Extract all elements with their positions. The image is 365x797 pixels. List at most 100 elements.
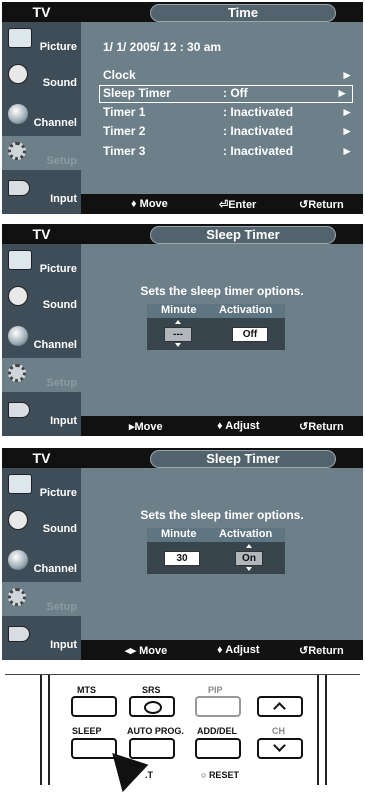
remote-edge-right-inner [317, 675, 319, 785]
sidebar-item-setup[interactable]: Setup [2, 358, 81, 392]
mts-button[interactable] [71, 696, 117, 717]
sidebar-item-label: Channel [33, 563, 77, 575]
setup-icon [8, 588, 26, 606]
sleep-timer-content: Sets the sleep timer options. Minute Act… [81, 244, 363, 416]
sidebar-item-label: Picture [39, 487, 77, 499]
srs-eye-icon [144, 701, 162, 714]
row-label: Sleep Timer [103, 86, 171, 100]
setup-icon [8, 364, 26, 382]
title-bar: Sleep Timer [81, 224, 363, 244]
sidebar-item-picture[interactable]: Picture [2, 22, 81, 56]
sidebar-item-setup[interactable]: Setup [2, 136, 81, 170]
title-bar: Time [81, 2, 363, 22]
minute-field[interactable]: 30 [164, 551, 200, 566]
sidebar-item-label: Input [50, 639, 77, 651]
activation-header: Activation [219, 304, 273, 316]
menu-row-sleep-timer[interactable]: Sleep Timer : Off ► [99, 85, 353, 103]
sound-icon [8, 510, 28, 530]
pip-label: PIP [208, 685, 223, 695]
remote-edge-right [325, 675, 327, 785]
menu-row-timer-3[interactable]: Timer 3 : Inactivated ► [103, 144, 353, 160]
sidebar-item-sound[interactable]: Sound [2, 504, 81, 538]
sidebar-item-channel[interactable]: Channel [2, 320, 81, 354]
input-icon [8, 180, 30, 196]
intro-text: Sets the sleep timer options. [140, 508, 304, 522]
remote-edge-left-inner [48, 675, 50, 785]
srs-label: SRS [142, 685, 161, 695]
return-hint-label: Return [308, 421, 344, 433]
bottom-help-bar: ▸Move ♦ Adjust ↺Return [81, 416, 363, 436]
minute-field[interactable]: --- [164, 327, 192, 342]
auto-prog-button[interactable] [129, 738, 175, 759]
time-menu-screen: TV Picture Sound Channel Setup Input Tim… [2, 2, 363, 214]
row-label: Timer 1 [103, 105, 146, 119]
sidebar-item-label: Picture [39, 41, 77, 53]
activation-field[interactable]: Off [232, 327, 268, 342]
srs-button[interactable] [129, 696, 175, 717]
sidebar: TV Picture Sound Channel Setup Input [2, 224, 81, 436]
menu-title: Time [150, 4, 336, 22]
picture-icon [8, 250, 32, 270]
chevron-down-icon [273, 739, 286, 752]
bottom-help-bar: ◂▸ Move ♦ Adjust ↺Return [81, 640, 363, 660]
picture-icon [8, 474, 32, 494]
channel-down-button[interactable] [257, 738, 303, 759]
move-hint: ♦ Move [131, 198, 168, 210]
sidebar-item-sound[interactable]: Sound [2, 58, 81, 92]
remote-edge-left [40, 675, 42, 785]
sleep-timer-screen-off: TV Picture Sound Channel Setup Input Sle… [2, 224, 363, 436]
sidebar-item-sound[interactable]: Sound [2, 280, 81, 314]
partial-label: .T [145, 770, 153, 780]
enter-hint: ⏎Enter [219, 199, 257, 211]
channel-icon [8, 550, 28, 570]
reset-button[interactable]: ○ RESET [201, 770, 239, 780]
menu-row-clock[interactable]: Clock ► [103, 68, 353, 84]
sidebar-item-channel[interactable]: Channel [2, 98, 81, 132]
return-hint: ↺Return [299, 421, 344, 433]
sidebar-item-label: Sound [42, 299, 77, 311]
sidebar: TV Picture Sound Channel Setup Input [2, 2, 81, 214]
add-del-label: ADD/DEL [197, 726, 237, 736]
up-arrow-icon [175, 320, 181, 324]
add-del-button[interactable] [195, 738, 241, 759]
up-arrow-icon [246, 544, 252, 548]
time-menu-content: 1/ 1/ 2005/ 12 : 30 am Clock ► Sleep Tim… [81, 22, 363, 194]
channel-up-button[interactable] [257, 696, 303, 717]
sidebar-title: TV [2, 2, 81, 22]
sidebar-item-label: Channel [33, 339, 77, 351]
sound-icon [8, 64, 28, 84]
sidebar-item-input[interactable]: Input [2, 620, 81, 654]
arrow-right-icon: ► [341, 144, 353, 158]
activation-header: Activation [219, 528, 273, 540]
sidebar-item-input[interactable]: Input [2, 174, 81, 208]
row-value: : Inactivated [223, 105, 294, 119]
sidebar-item-label: Setup [46, 601, 77, 613]
arrow-right-icon: ► [341, 68, 353, 82]
row-value: : Inactivated [223, 124, 294, 138]
activation-field[interactable]: On [235, 551, 263, 566]
row-value: : Inactivated [223, 144, 294, 158]
down-arrow-icon [175, 343, 181, 347]
sidebar-item-label: Input [50, 193, 77, 205]
sidebar-item-picture[interactable]: Picture [2, 468, 81, 502]
arrow-right-icon: ► [341, 105, 353, 119]
sidebar-item-input[interactable]: Input [2, 396, 81, 430]
pip-button[interactable] [195, 696, 241, 717]
sidebar-item-setup[interactable]: Setup [2, 582, 81, 616]
sound-icon [8, 286, 28, 306]
sidebar: TV Picture Sound Channel Setup Input [2, 448, 81, 660]
input-icon [8, 402, 30, 418]
menu-row-timer-1[interactable]: Timer 1 : Inactivated ► [103, 105, 353, 121]
minute-header: Minute [161, 528, 197, 540]
sidebar-item-label: Channel [33, 117, 77, 129]
sidebar-item-picture[interactable]: Picture [2, 244, 81, 278]
menu-row-timer-2[interactable]: Timer 2 : Inactivated ► [103, 124, 353, 140]
arrow-right-icon: ► [336, 86, 348, 100]
channel-icon [8, 326, 28, 346]
down-arrow-icon [246, 567, 252, 571]
picture-icon [8, 28, 32, 48]
setup-icon [8, 142, 26, 160]
row-value: : Off [223, 86, 248, 100]
sidebar-title: TV [2, 448, 81, 468]
sidebar-item-channel[interactable]: Channel [2, 544, 81, 578]
